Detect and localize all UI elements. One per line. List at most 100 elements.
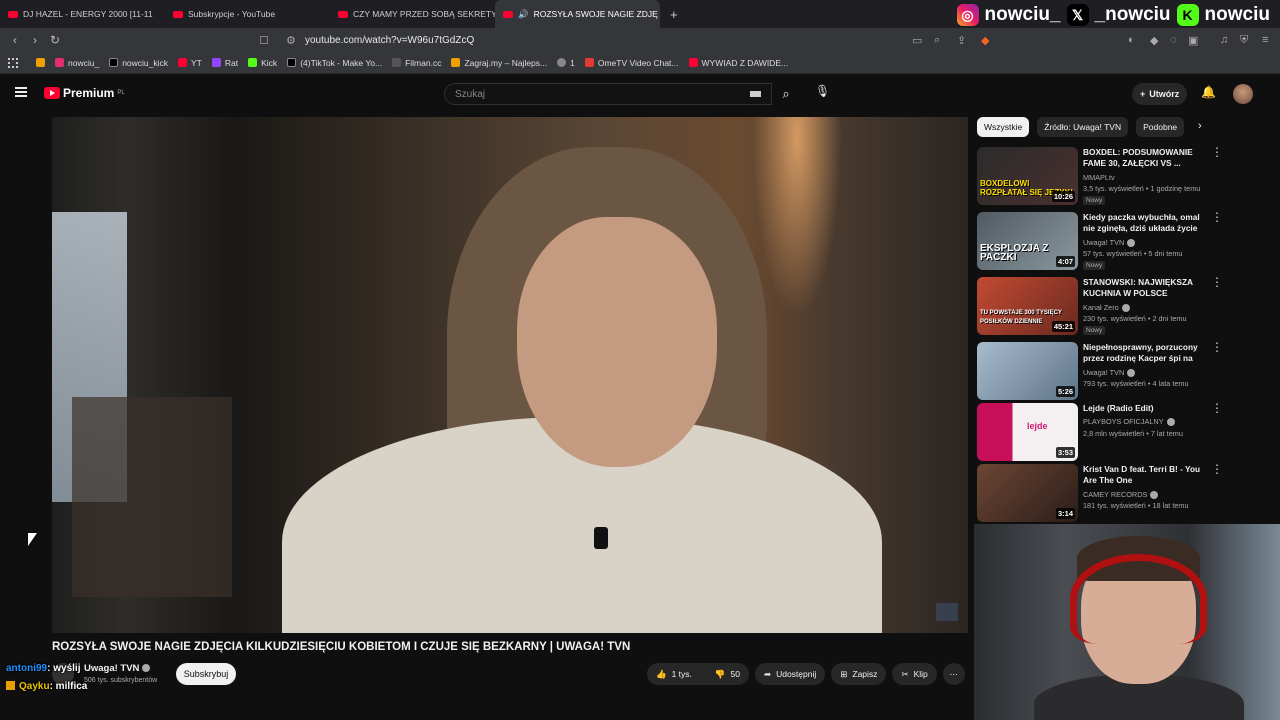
bookmarks-bar: nowciu_ nowciu_kick YT Rat Kick (4)TikTo… — [0, 52, 1280, 74]
save-icon: ⊞ — [840, 668, 848, 679]
sidebar-icon[interactable]: ▣ — [1188, 34, 1198, 47]
bookmark-icon[interactable]: ☐ — [259, 34, 269, 47]
chip-all[interactable]: Wszystkie — [977, 117, 1030, 137]
bookmark-item[interactable]: WYWIAD Z DAWIDE... — [688, 57, 789, 68]
recommendation-title: Krist Van D feat. Terri B! - You Are The… — [1083, 464, 1201, 485]
chip-similar[interactable]: Podobne — [1136, 117, 1185, 137]
search-icon: ⌕ — [782, 86, 790, 101]
bookmark-item[interactable]: nowciu_ — [55, 58, 99, 68]
verified-icon — [1150, 491, 1159, 500]
dislike-button[interactable]: 👎 50 — [706, 663, 749, 685]
extension-icon[interactable]: ◆ — [1150, 34, 1158, 47]
back-icon[interactable]: ‹ — [5, 33, 25, 47]
social-handle: nowciu — [1204, 4, 1270, 25]
instagram-icon: ◎ — [956, 4, 979, 26]
chevron-right-icon[interactable]: › — [1198, 120, 1202, 132]
bookmark-item[interactable] — [36, 58, 45, 67]
bookmark-item[interactable]: nowciu_kick — [109, 58, 168, 68]
browser-tab[interactable]: CZY MAMY PRZED SOBĄ SEKRETY? — [330, 0, 495, 28]
video-duration: 5:26 — [1055, 386, 1075, 397]
stream-chat-overlay: antoni99: wyślij Qayku: milfica — [6, 660, 87, 696]
create-button[interactable]: + Utwórz — [1132, 83, 1188, 105]
recommendation-title: Kiedy paczka wybuchła, omal nie zginęła,… — [1083, 212, 1200, 233]
screen: DJ HAZEL - ENERGY 2000 [11-11 Subskrypcj… — [0, 0, 1280, 720]
account-avatar[interactable] — [1233, 84, 1253, 104]
recommendation-channel: PLAYBOYS OFICJALNY — [1083, 417, 1175, 427]
recommendation-item[interactable]: 3:14 Krist Van D feat. Terri B! - You Ar… — [977, 463, 1223, 522]
kick-icon: K — [1176, 4, 1199, 26]
browser-tab[interactable]: DJ HAZEL - ENERGY 2000 [11-11 — [0, 0, 165, 28]
more-options-icon[interactable]: ⋮ — [1211, 341, 1223, 353]
youtube-logo[interactable]: Premium PL — [44, 86, 125, 100]
bookmark-label: WYWIAD Z DAWIDE... — [701, 57, 789, 68]
like-button[interactable]: 👍 1 tys. — [647, 663, 701, 685]
dislike-count: 50 — [730, 669, 740, 679]
cast-icon[interactable]: ▭ — [912, 34, 922, 47]
apps-icon[interactable] — [8, 58, 18, 68]
bookmark-favicon-icon — [557, 58, 567, 67]
chip-source[interactable]: Źródło: Uwaga! TVN — [1037, 117, 1129, 137]
extension-icon[interactable]: ◌ — [1170, 34, 1177, 46]
hamburger-menu-icon[interactable] — [15, 87, 27, 97]
search-button[interactable]: ⌕ — [772, 83, 800, 105]
new-tab-button[interactable]: + — [660, 7, 688, 22]
more-options-icon[interactable]: ⋮ — [1211, 276, 1223, 288]
share-button[interactable]: ➦ Udostępnij — [754, 663, 826, 685]
bookmark-item[interactable]: (4)TikTok - Make Yo... — [287, 58, 382, 68]
recommendation-item[interactable]: lejde 3:53 Lejde (Radio Edit) PLAYBOYS OF… — [977, 402, 1223, 461]
bookmark-item[interactable]: 1 — [557, 58, 575, 68]
address-bar: ‹ › ↻ ☐ ⚙ youtube.com/watch?v=W96u7tGdZc… — [0, 28, 1280, 52]
more-options-icon[interactable]: ⋮ — [1211, 402, 1223, 414]
new-badge: Nowy — [1083, 326, 1106, 335]
tab-title: ROZSYŁA SWOJE NAGIE ZDJĘ — [533, 9, 658, 19]
channel-name-link[interactable]: Uwaga! TVN — [84, 663, 151, 674]
video-scene-shelf — [72, 397, 232, 597]
music-icon[interactable]: ♫ — [1220, 34, 1228, 46]
recommendation-item[interactable]: BOXDELOWI ROZPŁATAŁ SIĘ JĘZYK! 10:26 BOXD… — [977, 146, 1223, 205]
site-info-icon[interactable]: ⚙ — [286, 34, 296, 47]
bookmark-favicon-icon — [109, 58, 119, 67]
more-options-icon[interactable]: ⋮ — [1211, 463, 1223, 475]
more-options-icon[interactable]: ⋮ — [1211, 211, 1223, 223]
forward-icon[interactable]: › — [25, 33, 45, 47]
chat-username: Qayku — [19, 681, 50, 692]
subscribe-button[interactable]: Subskrybuj — [176, 663, 236, 685]
browser-tab-active[interactable]: 🔊ROZSYŁA SWOJE NAGIE ZDJĘ✕ — [495, 0, 660, 28]
video-actions: 👍 1 tys. 👎 50 ➦ Udostępnij ⊞ Zapisz ✂ Klip ⋯ — [647, 663, 965, 685]
share-icon[interactable]: ⇪ — [957, 34, 966, 47]
notifications-bell-icon[interactable]: 🔔 — [1201, 85, 1216, 99]
more-options-icon[interactable]: ⋮ — [1211, 146, 1223, 158]
microphone-icon[interactable]: 🎙 — [815, 84, 830, 98]
recommendation-channel: Uwaga! TVN — [1083, 238, 1136, 248]
zoom-icon[interactable]: ⌕ — [934, 34, 940, 47]
video-player[interactable] — [52, 117, 968, 633]
create-label: Utwórz — [1149, 89, 1180, 99]
youtube-favicon-icon — [503, 10, 513, 18]
save-button[interactable]: ⊞ Zapisz — [831, 663, 887, 685]
bookmark-label: Rat — [224, 57, 239, 68]
bookmark-item[interactable]: OmeTV Video Chat... — [584, 58, 679, 68]
keyboard-icon[interactable] — [750, 91, 761, 97]
bookmark-item[interactable]: Rat — [211, 57, 239, 68]
extension-icon[interactable]: ◐ — [1128, 34, 1135, 46]
recommendation-item[interactable]: 5:26 Niepełnosprawny, porzucony przez ro… — [977, 341, 1223, 400]
more-actions-button[interactable]: ⋯ — [942, 663, 965, 685]
url-field[interactable]: youtube.com/watch?v=W96u7tGdZcQ — [305, 35, 474, 46]
clip-label: Klip — [913, 669, 928, 679]
video-thumbnail: TU POWSTAJE 300 TYSIĘCY POSIŁKÓW DZIENNI… — [977, 277, 1078, 335]
brave-shield-icon[interactable]: ◆ — [981, 34, 989, 47]
recommendation-item[interactable]: TU POWSTAJE 300 TYSIĘCY POSIŁKÓW DZIENNI… — [977, 276, 1223, 335]
chat-message: Qayku: milfica — [6, 678, 87, 696]
reload-icon[interactable]: ↻ — [45, 33, 65, 47]
clip-button[interactable]: ✂ Klip — [892, 663, 937, 685]
bookmark-item[interactable]: Kick — [248, 58, 277, 68]
bookmark-item[interactable]: YT — [178, 58, 202, 68]
menu-icon[interactable]: ≡ — [1262, 34, 1268, 46]
browser-tab[interactable]: Subskrypcje - YouTube — [165, 0, 330, 28]
bookmark-item[interactable]: Zagraj.my – Najleps... — [451, 58, 547, 68]
search-input[interactable]: Szukaj — [444, 83, 772, 105]
vpn-icon[interactable]: ⛨ — [1240, 34, 1248, 47]
recommendation-item[interactable]: EKSPLOZJA Z PACZKI 4:07 Kiedy paczka wybu… — [977, 211, 1223, 270]
bookmark-item[interactable]: Filman.cc — [392, 58, 441, 68]
bookmark-label: YT — [191, 57, 202, 68]
